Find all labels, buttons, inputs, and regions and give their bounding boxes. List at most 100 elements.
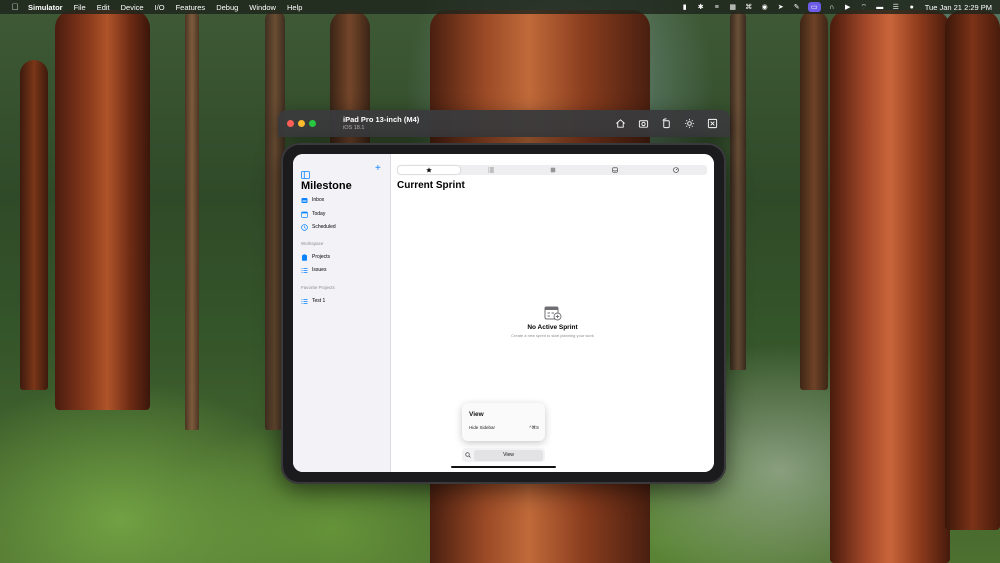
menu-bar:  Simulator File Edit Device I/O Feature…	[0, 0, 1000, 14]
minimize-button[interactable]	[298, 120, 305, 127]
display-icon[interactable]: ▬	[875, 2, 885, 12]
inbox-tray-icon	[611, 167, 618, 173]
list-icon	[301, 298, 308, 305]
star-icon	[425, 167, 432, 173]
view-menu-title: View	[469, 411, 484, 418]
sidebar-item-test-1[interactable]: Test 1	[301, 297, 325, 305]
pen-icon[interactable]: ✎	[792, 2, 802, 12]
play-icon[interactable]: ▶	[843, 2, 853, 12]
os-version: iOS 18.1	[343, 124, 365, 131]
apple-logo-icon[interactable]: 	[10, 2, 20, 12]
menu-device[interactable]: Device	[121, 3, 144, 12]
tab-gauge[interactable]	[645, 165, 707, 175]
empty-state: No Active Sprint Create a new sprint to …	[391, 305, 714, 338]
bottom-menu-bar: View	[462, 448, 545, 462]
sidebar-item-label: Issues	[312, 267, 327, 273]
view-menu-button[interactable]: View	[474, 449, 543, 461]
status-menu-area: ▮ ✱ ≡ ▦ ⌘ ◉ ➤ ✎ ▭ ∩ ▶ ⌔ ▬ ☰ ● Tue Jan 21…	[674, 2, 992, 12]
menu-window[interactable]: Window	[249, 3, 276, 12]
tree-trunk	[55, 10, 150, 410]
simulator-toolbar	[603, 118, 718, 130]
sidebar: + Milestone Inbox Today Scheduled Worksp…	[293, 154, 391, 472]
tab-list[interactable]	[461, 165, 523, 175]
tree-trunk	[830, 10, 950, 563]
sidebar-toggle-icon[interactable]	[301, 166, 310, 179]
tab-current-sprint[interactable]	[398, 166, 460, 174]
add-icon[interactable]: +	[375, 164, 381, 174]
fullscreen-icon[interactable]	[706, 118, 718, 130]
brightness-icon[interactable]	[683, 118, 695, 130]
menu-help[interactable]: Help	[287, 3, 302, 12]
sidebar-item-label: Test 1	[312, 298, 326, 304]
sidebar-item-label: Projects	[312, 254, 331, 260]
section-header-workspace: Workspace	[301, 241, 324, 246]
menu-debug[interactable]: Debug	[216, 3, 238, 12]
section-header-favorites: Favorite Projects	[301, 285, 335, 290]
sidebar-item-projects[interactable]: Projects	[301, 253, 330, 261]
menu-io[interactable]: I/O	[155, 3, 165, 12]
sidebar-item-issues[interactable]: Issues	[301, 266, 326, 274]
clock-icon	[301, 223, 308, 231]
sidebar-item-scheduled[interactable]: Scheduled	[301, 223, 336, 231]
clipboard-icon	[301, 253, 308, 261]
control-center-icon[interactable]: ☰	[891, 2, 901, 12]
home-indicator[interactable]	[451, 466, 556, 468]
tree-trunk	[730, 10, 746, 370]
calendar-icon	[301, 211, 308, 218]
tree-trunk	[20, 60, 48, 390]
tree-trunk	[185, 10, 199, 430]
empty-state-title: No Active Sprint	[527, 324, 578, 331]
home-icon[interactable]	[614, 118, 626, 130]
tab-grid[interactable]	[522, 165, 584, 175]
rotate-icon[interactable]	[660, 118, 672, 130]
menu-features[interactable]: Features	[176, 3, 206, 12]
close-button[interactable]	[287, 120, 294, 127]
sidebar-item-label: Today	[312, 211, 326, 217]
gauge-icon	[673, 167, 679, 173]
inbox-icon	[301, 197, 308, 204]
menu-edit[interactable]: Edit	[97, 3, 110, 12]
headphones-icon[interactable]: ∩	[827, 2, 837, 12]
simulator-title-block: iPad Pro 13-inch (M4) iOS 18.1	[343, 116, 419, 131]
record-icon[interactable]: ◉	[760, 2, 770, 12]
app-title: Milestone	[301, 180, 352, 192]
menu-simulator[interactable]: Simulator	[28, 3, 63, 12]
zoom-button[interactable]	[309, 120, 316, 127]
tree-trunk	[800, 10, 828, 390]
tab-inbox[interactable]	[584, 165, 646, 175]
location-icon[interactable]: ➤	[776, 2, 786, 12]
tab-bar	[397, 165, 707, 175]
search-icon[interactable]	[462, 452, 474, 458]
menu-item-shortcut: ^⌘S	[529, 425, 539, 430]
menu-clock[interactable]: Tue Jan 21 2:29 PM	[925, 3, 992, 12]
list-icon	[488, 167, 495, 173]
main-content: Current Sprint No Active Sprint Create a…	[391, 154, 714, 472]
menu-file[interactable]: File	[74, 3, 86, 12]
empty-state-subtitle: Create a new sprint to start planning yo…	[511, 333, 594, 338]
device-name: iPad Pro 13-inch (M4)	[343, 115, 420, 124]
list-icon	[301, 267, 308, 274]
text-icon[interactable]: ≡	[712, 2, 722, 12]
battery-icon[interactable]: ▮	[680, 2, 690, 12]
screenshot-icon[interactable]	[637, 118, 649, 130]
calendar-icon[interactable]: ▦	[728, 2, 738, 12]
paperclip-icon[interactable]: ⌘	[744, 2, 754, 12]
tree-trunk	[945, 10, 1000, 530]
simulator-titlebar[interactable]: iPad Pro 13-inch (M4) iOS 18.1	[278, 110, 730, 137]
ipad-screen: 2:29 PM Tue Jan 21 ••• ≋ 100% ▭ + Milest…	[293, 154, 714, 472]
sidebar-item-inbox[interactable]: Inbox	[301, 196, 324, 204]
sidebar-item-today[interactable]: Today	[301, 210, 325, 218]
view-menu-popover: View Hide Sidebar ^⌘S	[462, 403, 545, 441]
menu-item-label: Hide Sidebar	[469, 425, 496, 430]
grid-icon	[550, 167, 556, 173]
window-controls	[287, 120, 320, 127]
sidebar-item-label: Inbox	[312, 197, 325, 203]
screen-share-icon[interactable]: ▭	[807, 2, 821, 12]
sidebar-item-label: Scheduled	[312, 224, 336, 230]
wifi-icon[interactable]: ⌔	[859, 2, 869, 12]
bluetooth-icon[interactable]: ✱	[696, 2, 706, 12]
siri-icon[interactable]: ●	[907, 2, 917, 12]
page-title: Current Sprint	[397, 180, 465, 191]
hide-sidebar-menu-item[interactable]: Hide Sidebar ^⌘S	[469, 425, 539, 431]
calendar-add-icon	[544, 305, 562, 321]
